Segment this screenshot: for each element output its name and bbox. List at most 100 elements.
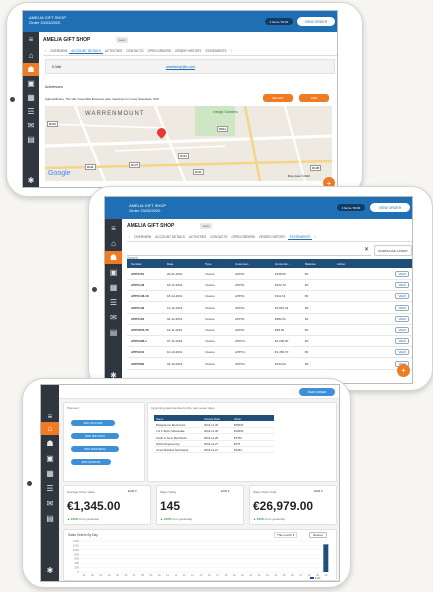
table-row[interactable]: APPX118 02-12-2019 Invoice APPX1 €282.61 €0 VI…: [127, 314, 412, 325]
opportunities-label: Upcoming opportunities for the next seve…: [151, 406, 215, 410]
currency-select[interactable]: EUR ▾: [128, 489, 137, 493]
column-header[interactable]: Type: [205, 262, 212, 266]
tab-item[interactable]: ACTIVITIES: [187, 235, 208, 239]
settings-icon[interactable]: ✱: [23, 174, 39, 187]
column-header[interactable]: Number: [131, 262, 142, 266]
contacts-icon[interactable]: ▣: [105, 266, 122, 279]
menu-icon[interactable]: ≡: [23, 33, 39, 46]
column-header[interactable]: Customer...: [235, 262, 250, 266]
bar[interactable]: [323, 544, 329, 572]
view-button[interactable]: VIEW: [395, 304, 409, 311]
view-button[interactable]: VIEW: [395, 349, 409, 356]
customers-icon[interactable]: ☗: [105, 251, 122, 264]
contacts-icon[interactable]: ▣: [23, 77, 39, 90]
table-row[interactable]: APPX944 10-10-2019 Invoice APPX4 €1,456.70 €0…: [127, 347, 412, 359]
new-order-button[interactable]: NEW ORDER: [299, 388, 335, 396]
customers-icon[interactable]: ☗: [41, 437, 59, 450]
kpi-value: 145: [160, 499, 181, 513]
tab-item[interactable]: OPEN ORDERS: [229, 235, 257, 239]
table-row[interactable]: APPX161 20-01-2020 Invoice APPX1 €158.05 €0 VI…: [127, 269, 412, 280]
contacts-icon[interactable]: ▣: [41, 452, 59, 465]
menu-icon[interactable]: ≡: [105, 222, 122, 235]
table-cell: 10-10-2019: [167, 350, 183, 355]
payment-button[interactable]: 90% (€23216): [71, 459, 111, 465]
chevron-down-icon: ▾: [227, 489, 230, 493]
currency-select[interactable]: EUR ▾: [221, 489, 230, 493]
tab-item[interactable]: ACCOUNT DETAILS: [69, 49, 103, 54]
table-row[interactable]: APPX148 18-12-2019 Invoice APPX1 €122.70 €0 VI…: [127, 280, 412, 292]
opportunity-row[interactable]: J & F Taylor Wholesale 2019-11-30 €44000: [154, 428, 274, 435]
products-icon[interactable]: ▦: [23, 91, 39, 104]
reports-icon[interactable]: ▤: [23, 133, 39, 146]
email-link[interactable]: ameliashop@ie.com: [166, 65, 195, 69]
view-button[interactable]: VIEW: [395, 293, 409, 300]
mail-icon[interactable]: ✉: [105, 311, 122, 324]
column-header[interactable]: Gross Am...: [275, 262, 291, 266]
tab-item[interactable]: STATEMENTS: [287, 235, 313, 240]
view-button[interactable]: VIEW: [395, 271, 409, 277]
map[interactable]: WARRENMOUNT Iveagh Gardens R110 R811 R13…: [45, 106, 332, 181]
list-icon[interactable]: ☰: [105, 296, 122, 309]
tab-item[interactable]: STATEMENTS: [204, 49, 229, 53]
table-row[interactable]: APPX098-1 07-11-2019 Invoice APPX4 €1,096.60…: [127, 336, 412, 348]
products-icon[interactable]: ▦: [41, 467, 59, 480]
tab-item[interactable]: OVERVIEW: [132, 235, 153, 239]
search-box[interactable]: ✕: [127, 246, 371, 260]
add-address-button[interactable]: ADD: [299, 94, 329, 102]
period-select[interactable]: This month ▾: [274, 532, 298, 538]
view-button[interactable]: VIEW: [395, 327, 409, 333]
view-button[interactable]: VIEW: [395, 338, 409, 345]
home-icon[interactable]: ⌂: [105, 237, 122, 250]
tab-item[interactable]: CONTACTS: [124, 49, 145, 53]
list-icon[interactable]: ☰: [23, 105, 39, 118]
address-text: Aghnaclifnane, The Hill, Greenhills Busi…: [45, 97, 160, 101]
list-icon[interactable]: ☰: [41, 482, 59, 495]
reload-button[interactable]: Reload: [309, 532, 327, 538]
table-row[interactable]: APPX83004-10-2019InvoiceAPPX4€132.03€0VI…: [127, 359, 412, 370]
tab-item[interactable]: CONTACTS: [208, 235, 229, 239]
mail-icon[interactable]: ✉: [23, 119, 39, 132]
clear-search-icon[interactable]: ✕: [364, 246, 369, 253]
fab-button[interactable]: +: [397, 364, 410, 377]
opportunity-row[interactable]: Smith & Sons Merchants 2019-11-28 €3750: [154, 435, 274, 441]
payment-button[interactable]: 60% (€6723%): [71, 433, 119, 439]
table-cell: APPX1: [235, 294, 245, 299]
reports-icon[interactable]: ▤: [105, 326, 122, 339]
view-button[interactable]: VIEW: [395, 315, 409, 322]
products-icon[interactable]: ▦: [105, 281, 122, 294]
table-row[interactable]: APPX148-18 18-12-2019 Invoice APPX1 €111.61 €…: [127, 291, 412, 303]
tab-item[interactable]: ORDER HISTORY: [257, 235, 287, 239]
column-header[interactable]: Balance: [305, 262, 316, 266]
select-address-button[interactable]: SELECT: [263, 94, 293, 102]
column-header[interactable]: Action: [337, 262, 345, 266]
tab-item[interactable]: OVERVIEW: [48, 49, 69, 53]
settings-icon[interactable]: ✱: [41, 564, 59, 577]
column-header[interactable]: Date: [167, 262, 173, 266]
tab-item[interactable]: OPEN ORDERS: [145, 49, 173, 53]
table-cell: APPX1: [235, 305, 245, 310]
tabs-next-icon[interactable]: ›: [228, 49, 233, 53]
x-tick-label: 04: [108, 573, 111, 577]
view-order-button[interactable]: VIEW ORDER: [370, 203, 410, 212]
download-latest-button[interactable]: DOWNLOAD LATEST: [374, 245, 412, 256]
opportunity-row[interactable]: Jones Builders Merchants 2019-11-27 €1254: [154, 447, 274, 454]
payment-button[interactable]: 60% (€15100%): [71, 446, 119, 452]
tab-item[interactable]: ACTIVITIES: [103, 49, 124, 53]
y-tick-label: 1200: [73, 543, 80, 547]
tab-item[interactable]: ACCOUNT DETAILS: [153, 235, 187, 239]
mail-icon[interactable]: ✉: [41, 497, 59, 510]
payment-button[interactable]: 30% (€27100): [71, 420, 115, 426]
customers-icon[interactable]: ☗: [23, 63, 39, 76]
opportunity-row[interactable]: Bridgestone Electronics 2019-11-30 €65000: [154, 422, 274, 428]
currency-select[interactable]: EUR ▾: [314, 489, 323, 493]
table-row[interactable]: APPX876-T6 19-11-2019 Invoice APPX1 €58.93 €0…: [127, 325, 412, 336]
home-icon[interactable]: ⌂: [23, 49, 39, 62]
table-row[interactable]: APPX136 13-12-2019 Invoice APPX1 €3,861.44 €0…: [127, 303, 412, 314]
opportunity-row[interactable]: Welch Engineering 2019-11-27 €375: [154, 441, 274, 447]
home-icon[interactable]: ⌂: [41, 422, 59, 435]
view-button[interactable]: VIEW: [395, 282, 409, 289]
tab-item[interactable]: ORDER HISTORY: [173, 49, 203, 53]
view-order-button[interactable]: VIEW ORDER: [297, 17, 335, 26]
reports-icon[interactable]: ▤: [41, 512, 59, 525]
tabs-next-icon[interactable]: ›: [312, 235, 317, 239]
